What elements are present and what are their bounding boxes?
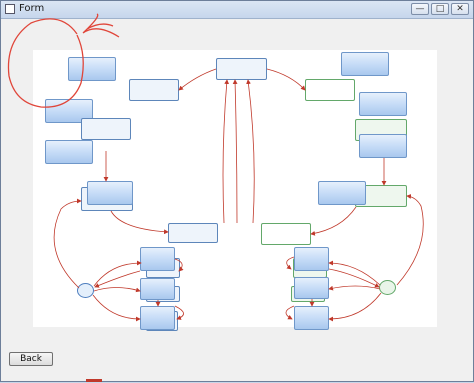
arrow bbox=[93, 260, 142, 287]
arrow bbox=[285, 305, 295, 320]
arrow bbox=[232, 79, 238, 224]
arrow bbox=[396, 194, 424, 286]
arrow bbox=[92, 294, 141, 322]
arrow bbox=[110, 210, 169, 235]
arrow bbox=[174, 305, 184, 320]
arrow bbox=[328, 285, 381, 291]
arrow bbox=[246, 79, 255, 224]
arrow bbox=[266, 68, 306, 91]
annotation-circle bbox=[7, 13, 120, 108]
form-window: Form — □ ✕ Back bbox=[0, 0, 474, 382]
arrow bbox=[286, 256, 295, 270]
arrow bbox=[328, 260, 381, 286]
arrow bbox=[328, 292, 382, 322]
arrow bbox=[178, 68, 217, 91]
back-button[interactable]: Back bbox=[9, 352, 53, 366]
arrow bbox=[222, 79, 230, 224]
arrow bbox=[53, 198, 82, 289]
arrow bbox=[310, 206, 357, 236]
arrow bbox=[93, 287, 141, 293]
arrow bbox=[174, 258, 184, 272]
arrow bbox=[94, 270, 141, 288]
connector-lines bbox=[7, 13, 424, 322]
